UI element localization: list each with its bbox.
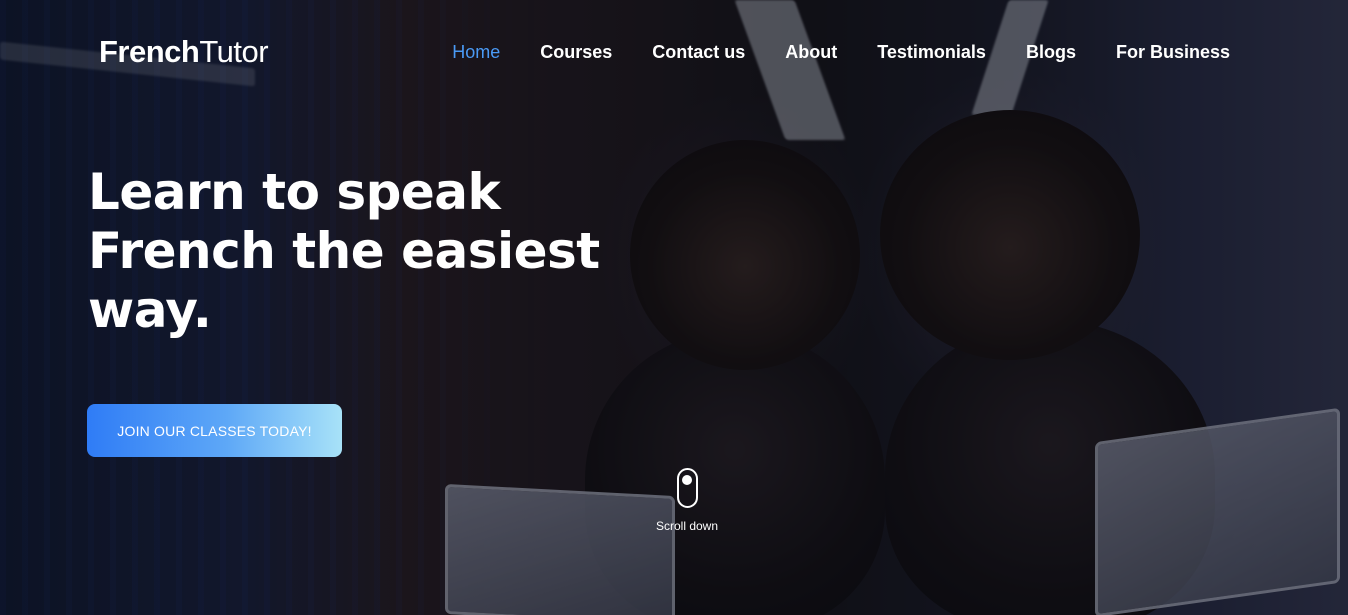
nav-item-testimonials[interactable]: Testimonials — [877, 42, 986, 63]
scroll-down-label: Scroll down — [655, 519, 719, 533]
mouse-wheel-dot — [682, 475, 692, 485]
brand-logo[interactable]: FrenchTutor — [99, 34, 269, 70]
nav-item-blogs[interactable]: Blogs — [1026, 42, 1076, 63]
join-classes-button[interactable]: JOIN OUR CLASSES TODAY! — [87, 404, 342, 457]
nav-item-about[interactable]: About — [785, 42, 837, 63]
hero-title-line: way. — [88, 281, 212, 339]
nav-item-courses[interactable]: Courses — [540, 42, 612, 63]
main-nav: Home Courses Contact us About Testimonia… — [452, 42, 1230, 63]
brand-name-light: Tutor — [199, 34, 269, 69]
scroll-down-indicator[interactable]: Scroll down — [652, 468, 722, 533]
hero-title-line: French the easiest — [88, 222, 600, 280]
mouse-icon — [676, 468, 698, 508]
hero-title-line: Learn to speak — [88, 163, 501, 221]
nav-item-for-business[interactable]: For Business — [1116, 42, 1230, 63]
nav-item-home[interactable]: Home — [452, 42, 500, 63]
nav-item-contact-us[interactable]: Contact us — [652, 42, 745, 63]
brand-name-bold: French — [99, 34, 200, 69]
site-header: FrenchTutor Home Courses Contact us Abou… — [0, 0, 1348, 110]
hero-title: Learn to speak French the easiest way. — [88, 163, 608, 340]
